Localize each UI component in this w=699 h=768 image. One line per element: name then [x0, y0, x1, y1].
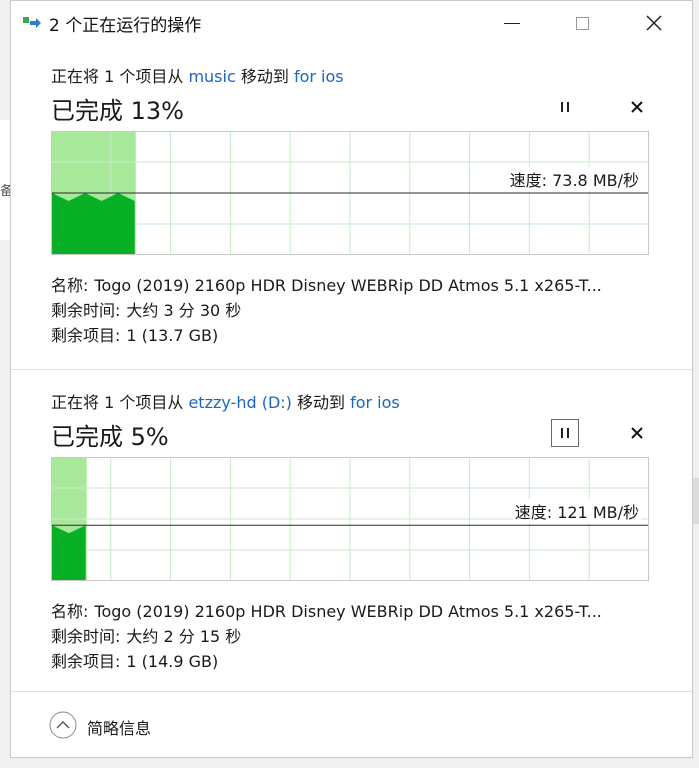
items-remaining-value: 1 (13.7 GB)	[126, 326, 219, 345]
operation-details: 名称: Togo (2019) 2160p HDR Disney WEBRip D…	[51, 273, 671, 348]
pause-button[interactable]	[551, 93, 579, 121]
time-remaining-label: 剩余时间:	[51, 627, 121, 646]
description-middle: 移动到	[291, 393, 351, 412]
chevron-up-icon[interactable]	[49, 711, 77, 739]
maximize-button[interactable]	[559, 1, 605, 45]
footer: 简略信息	[11, 693, 692, 757]
percent-complete: 已完成 5%	[51, 423, 169, 451]
items-remaining-label: 剩余项目:	[51, 326, 121, 345]
minimize-icon	[504, 22, 520, 24]
time-remaining-value: 大约 3 分 30 秒	[126, 301, 242, 320]
file-operation-dialog: 2 个正在运行的操作 正在将 1 个项目从 music 移动到 for ios …	[10, 0, 693, 758]
pause-button[interactable]	[551, 419, 579, 447]
file-name-value: Togo (2019) 2160p HDR Disney WEBRip DD A…	[94, 602, 602, 621]
speed-graph-chart	[51, 131, 649, 255]
minimize-button[interactable]	[489, 1, 535, 45]
operation-details: 名称: Togo (2019) 2160p HDR Disney WEBRip D…	[51, 599, 671, 674]
items-remaining-row: 剩余项目: 1 (13.7 GB)	[51, 323, 671, 348]
items-remaining-row: 剩余项目: 1 (14.9 GB)	[51, 649, 671, 674]
time-remaining-value: 大约 2 分 15 秒	[126, 627, 242, 646]
maximize-icon	[575, 16, 589, 30]
cancel-button[interactable]	[623, 419, 651, 447]
description-middle: 移动到	[235, 67, 294, 86]
description-prefix: 正在将 1 个项目从	[51, 393, 189, 412]
operation-description: 正在将 1 个项目从 etzzy-hd (D:) 移动到 for ios	[51, 389, 400, 413]
operation-divider	[11, 369, 692, 370]
file-name-row: 名称: Togo (2019) 2160p HDR Disney WEBRip D…	[51, 273, 671, 298]
source-link[interactable]: music	[188, 67, 235, 86]
file-move-icon	[23, 17, 41, 28]
source-link[interactable]: etzzy-hd (D:)	[188, 393, 291, 412]
window-title: 2 个正在运行的操作	[49, 16, 202, 36]
file-name-value: Togo (2019) 2160p HDR Disney WEBRip DD A…	[94, 276, 602, 295]
close-icon	[631, 427, 643, 439]
percent-complete: 已完成 13%	[51, 97, 184, 125]
speed-readout: 速度: 73.8 MB/秒	[507, 167, 641, 191]
destination-link[interactable]: for ios	[294, 67, 344, 86]
description-prefix: 正在将 1 个项目从	[51, 67, 189, 86]
speed-history-area	[52, 193, 135, 254]
close-button[interactable]	[631, 1, 677, 45]
file-name-label: 名称:	[51, 276, 89, 295]
time-remaining-row: 剩余时间: 大约 3 分 30 秒	[51, 298, 671, 323]
operation-description: 正在将 1 个项目从 music 移动到 for ios	[51, 63, 344, 87]
speed-graph: 速度: 73.8 MB/秒	[51, 131, 649, 255]
close-icon	[646, 15, 662, 31]
time-remaining-label: 剩余时间:	[51, 301, 121, 320]
time-remaining-row: 剩余时间: 大约 2 分 15 秒	[51, 624, 671, 649]
fewer-details-toggle[interactable]: 简略信息	[87, 715, 151, 739]
pause-icon	[561, 102, 569, 112]
footer-divider	[11, 691, 692, 692]
speed-history-area	[52, 525, 86, 580]
pause-icon	[561, 428, 569, 438]
speed-readout: 速度: 121 MB/秒	[512, 499, 641, 524]
items-remaining-value: 1 (14.9 GB)	[126, 652, 219, 671]
items-remaining-label: 剩余项目:	[51, 652, 121, 671]
cancel-button[interactable]	[623, 93, 651, 121]
file-name-label: 名称:	[51, 602, 89, 621]
close-icon	[631, 101, 643, 113]
destination-link[interactable]: for ios	[350, 393, 400, 412]
speed-graph: 速度: 121 MB/秒	[51, 457, 649, 581]
title-bar[interactable]: 2 个正在运行的操作	[11, 1, 692, 45]
file-name-row: 名称: Togo (2019) 2160p HDR Disney WEBRip D…	[51, 599, 671, 624]
